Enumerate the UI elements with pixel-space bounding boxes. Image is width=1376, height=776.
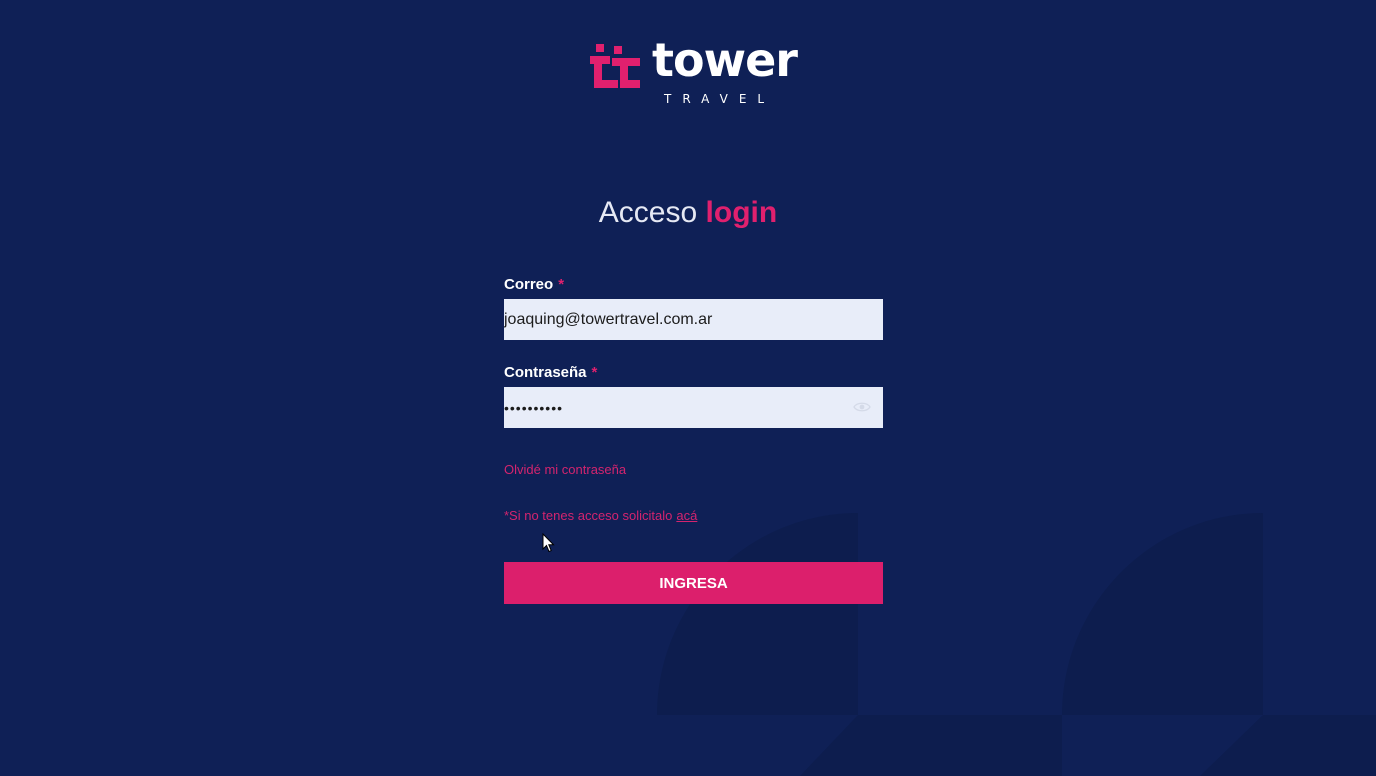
page-title-highlight: login — [705, 196, 778, 229]
forgot-password-link[interactable]: Olvidé mi contraseña — [504, 461, 626, 479]
tower-travel-logo: tower TRAVEL — [588, 33, 800, 112]
request-access-note: *Si no tenes acceso solicitalo acá — [504, 507, 883, 525]
mouse-pointer-icon — [542, 533, 555, 553]
email-field-wrapper — [504, 299, 883, 340]
brand-name: tower — [652, 33, 798, 87]
login-submit-button[interactable]: INGRESA — [504, 562, 883, 604]
tower-logo-mark-icon — [590, 44, 640, 88]
eye-icon[interactable] — [853, 400, 871, 414]
password-field[interactable] — [504, 387, 883, 428]
page-title: Acceso login — [0, 193, 1376, 233]
password-field-wrapper — [504, 387, 883, 428]
password-required-mark: * — [591, 364, 598, 381]
password-label-text: Contraseña — [504, 364, 587, 381]
login-form: Correo* Contraseña* Olvidé mi contraseña… — [504, 274, 883, 604]
password-label: Contraseña * — [504, 362, 883, 384]
email-field[interactable] — [504, 299, 883, 340]
request-access-text: *Si no tenes acceso solicitalo — [504, 508, 673, 523]
brand-tagline: TRAVEL — [664, 92, 776, 106]
email-label-text: Correo — [504, 276, 554, 293]
page-title-text: Acceso — [598, 196, 698, 229]
email-label: Correo * — [504, 274, 883, 296]
email-required-mark: * — [558, 276, 565, 293]
request-access-link[interactable]: acá — [676, 508, 697, 523]
